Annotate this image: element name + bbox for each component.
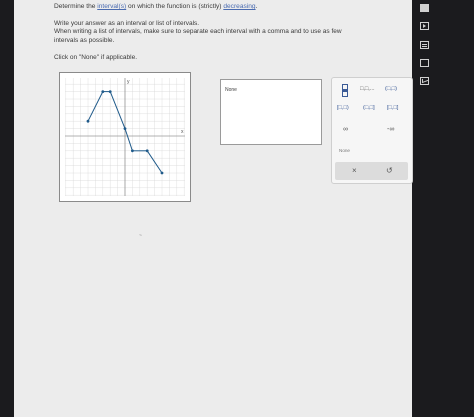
closed-open-interval-button[interactable]: [□,□) — [337, 105, 349, 111]
infinity-button[interactable]: ∞ — [343, 126, 348, 133]
answer-value: None — [225, 87, 237, 93]
document-icon[interactable] — [420, 59, 429, 67]
fraction-button[interactable] — [342, 84, 348, 97]
instruction-line: Click on "None" if applicable. — [54, 54, 138, 61]
curve-point — [145, 149, 149, 153]
stray-mark: ~ — [139, 233, 142, 239]
video-icon[interactable] — [420, 22, 429, 30]
instruction-line: When writing a list of intervals, make s… — [54, 28, 342, 35]
curve-point — [86, 119, 90, 123]
curve-point — [160, 171, 164, 175]
curve-point — [108, 90, 112, 93]
denominator-box-icon — [342, 91, 348, 97]
none-button[interactable]: None — [339, 148, 350, 153]
negative-infinity-button[interactable]: -∞ — [387, 126, 394, 133]
curve-point — [101, 90, 105, 93]
message-icon[interactable] — [420, 77, 429, 85]
answer-input[interactable]: None — [220, 79, 322, 145]
math-keypad: □,□,... (□,□) [□,□) (□,□] [□,□] ∞ -∞ Non… — [331, 77, 413, 184]
question-panel: Determine the interval(s) on which the f… — [14, 0, 413, 417]
interval-link[interactable]: interval(s) — [97, 3, 126, 10]
function-graph: y x — [59, 72, 191, 202]
list-button[interactable]: □,□,... — [360, 86, 375, 92]
textbook-icon[interactable] — [420, 41, 429, 49]
decreasing-link[interactable]: decreasing — [223, 3, 255, 10]
question-prefix: Determine the — [54, 3, 98, 10]
open-open-interval-button[interactable]: (□,□) — [385, 86, 397, 92]
open-closed-interval-button[interactable]: (□,□] — [363, 105, 375, 111]
keypad-actions: × ↺ — [335, 162, 408, 180]
curve-point — [123, 127, 127, 130]
graph-canvas: y x — [65, 78, 185, 196]
question-suffix: . — [255, 3, 258, 10]
curve-segment — [124, 128, 133, 151]
undo-button[interactable]: ↺ — [386, 166, 393, 175]
question-middle: on which the function is (strictly) — [126, 3, 224, 10]
instruction-line: intervals as possible. — [54, 37, 115, 44]
clear-button[interactable]: × — [352, 166, 357, 175]
question-text: Determine the interval(s) on which the f… — [54, 3, 257, 10]
x-axis-label: x — [181, 129, 184, 135]
curve-point — [131, 149, 134, 153]
closed-closed-interval-button[interactable]: [□,□] — [387, 105, 398, 111]
calculator-icon[interactable] — [420, 4, 429, 12]
instruction-line: Write your answer as an interval or list… — [54, 20, 200, 27]
